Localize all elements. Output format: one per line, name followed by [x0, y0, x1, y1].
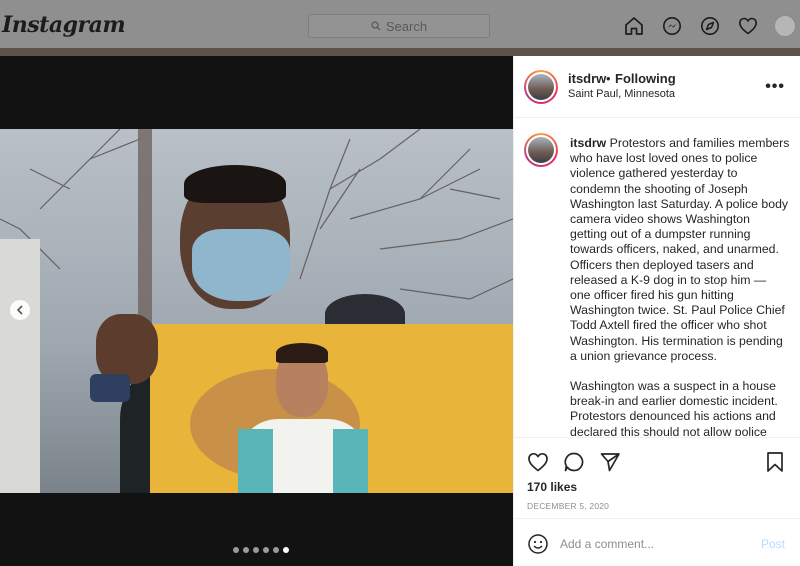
post-header: itsdrw • Following Saint Paul, Minnesota…: [514, 56, 800, 118]
profile-avatar[interactable]: [774, 15, 796, 37]
nav-icons: [622, 14, 796, 38]
post-date[interactable]: DECEMBER 5, 2020: [527, 501, 609, 511]
carousel-dot[interactable]: [263, 547, 269, 553]
add-comment-bar: Post: [514, 518, 800, 566]
comment-input[interactable]: [560, 533, 750, 555]
top-navbar: Instagram Search: [0, 0, 800, 54]
feed-background: [0, 48, 800, 56]
carousel-dot[interactable]: [283, 547, 289, 553]
caption-text-2: Washington was a suspect in a house brea…: [570, 379, 778, 436]
instagram-logo[interactable]: Instagram: [2, 12, 126, 38]
share-send-icon[interactable]: [598, 450, 622, 474]
more-options-button[interactable]: •••: [765, 78, 785, 96]
banner-portrait-hair: [276, 343, 328, 363]
comment-bubble-icon[interactable]: [562, 450, 586, 474]
post-photo[interactable]: [0, 129, 513, 493]
home-icon[interactable]: [622, 14, 646, 38]
search-icon: [371, 21, 381, 31]
photo-hair: [184, 165, 286, 203]
explore-icon[interactable]: [698, 14, 722, 38]
caption-text-1: Protestors and families members who have…: [570, 136, 790, 363]
author-username[interactable]: itsdrw: [568, 71, 606, 86]
bookmark-icon[interactable]: [763, 450, 787, 474]
carousel-dot[interactable]: [253, 547, 259, 553]
post-media: [0, 56, 513, 566]
caption-username[interactable]: itsdrw: [570, 136, 606, 150]
post-comment-button[interactable]: Post: [761, 537, 785, 551]
banner-portrait-vest-right: [333, 429, 368, 493]
photo-cuff: [90, 374, 130, 402]
following-button[interactable]: Following: [615, 71, 676, 86]
carousel-dot[interactable]: [243, 547, 249, 553]
like-heart-icon[interactable]: [526, 450, 550, 474]
comments-section[interactable]: itsdrw Protestors and families members w…: [514, 119, 800, 436]
carousel-dots: [233, 547, 289, 553]
search-placeholder: Search: [385, 18, 428, 34]
carousel-dot[interactable]: [233, 547, 239, 553]
banner-portrait-vest-left: [238, 429, 273, 493]
post-actions: 170 likes DECEMBER 5, 2020 Post: [514, 437, 800, 566]
action-icons: [526, 450, 622, 474]
search-box[interactable]: Search: [308, 14, 490, 38]
carousel-prev-button[interactable]: [10, 300, 30, 320]
carousel-dot[interactable]: [273, 547, 279, 553]
caption-avatar[interactable]: [524, 133, 558, 167]
post-location[interactable]: Saint Paul, Minnesota: [568, 88, 675, 100]
heart-icon[interactable]: [736, 14, 760, 38]
header-separator: •: [606, 71, 611, 86]
author-avatar[interactable]: [524, 70, 558, 104]
photo-wall: [0, 239, 40, 493]
photo-face-mask: [192, 229, 290, 301]
post-details-panel: itsdrw • Following Saint Paul, Minnesota…: [513, 56, 800, 566]
likes-count[interactable]: 170 likes: [527, 480, 577, 494]
emoji-icon[interactable]: [526, 532, 550, 556]
post-modal: itsdrw • Following Saint Paul, Minnesota…: [0, 56, 800, 566]
chevron-left-icon: [16, 305, 23, 315]
post-caption: itsdrw Protestors and families members w…: [570, 136, 790, 436]
messenger-icon[interactable]: [660, 14, 684, 38]
